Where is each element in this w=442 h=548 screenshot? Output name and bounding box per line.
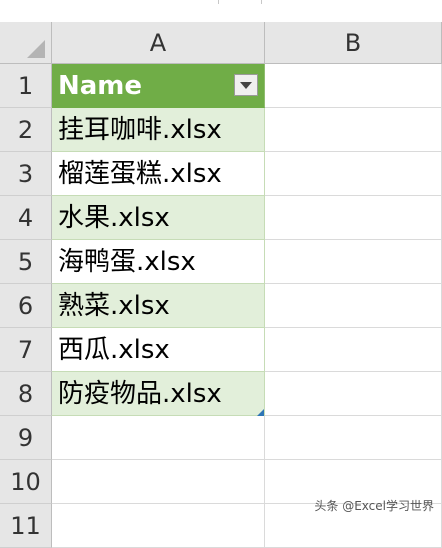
row-header-5[interactable]: 5 <box>0 240 52 284</box>
cell-a7[interactable]: 西瓜.xlsx <box>52 328 265 372</box>
cell-a8[interactable]: 防疫物品.xlsx <box>52 372 265 416</box>
row-header-10[interactable]: 10 <box>0 460 52 504</box>
row-header-1[interactable]: 1 <box>0 64 52 108</box>
column-header-b[interactable]: B <box>265 22 442 64</box>
cell-b7[interactable] <box>265 328 442 372</box>
table-header-label: Name <box>58 71 143 101</box>
cell-b8[interactable] <box>265 372 442 416</box>
row-header-3[interactable]: 3 <box>0 152 52 196</box>
table-resize-handle-icon[interactable] <box>257 409 264 416</box>
cell-a5[interactable]: 海鸭蛋.xlsx <box>52 240 265 284</box>
cell-a6[interactable]: 熟菜.xlsx <box>52 284 265 328</box>
cell-b4[interactable] <box>265 196 442 240</box>
select-all-triangle-icon <box>27 40 45 58</box>
cell-b5[interactable] <box>265 240 442 284</box>
cell-a2[interactable]: 挂耳咖啡.xlsx <box>52 108 265 152</box>
cell-a9[interactable] <box>52 416 265 460</box>
toolbar-edge <box>0 0 442 23</box>
filter-dropdown-button[interactable] <box>234 74 258 96</box>
row-header-4[interactable]: 4 <box>0 196 52 240</box>
cell-b9[interactable] <box>265 416 442 460</box>
cell-a3[interactable]: 榴莲蛋糕.xlsx <box>52 152 265 196</box>
cell-b3[interactable] <box>265 152 442 196</box>
watermark-text: 头条 @Excel学习世界 <box>314 499 434 513</box>
select-all-button[interactable] <box>0 22 52 64</box>
row-header-6[interactable]: 6 <box>0 284 52 328</box>
row-header-11[interactable]: 11 <box>0 504 52 548</box>
row-header-9[interactable]: 9 <box>0 416 52 460</box>
cell-b1[interactable] <box>265 64 442 108</box>
row-header-7[interactable]: 7 <box>0 328 52 372</box>
column-header-a[interactable]: A <box>52 22 265 64</box>
cell-a4[interactable]: 水果.xlsx <box>52 196 265 240</box>
cell-a1-table-header[interactable]: Name <box>52 64 265 108</box>
row-header-2[interactable]: 2 <box>0 108 52 152</box>
cell-a11[interactable] <box>52 504 265 548</box>
dropdown-arrow-icon <box>240 81 252 89</box>
cell-b6[interactable] <box>265 284 442 328</box>
cell-b2[interactable] <box>265 108 442 152</box>
cell-a10[interactable] <box>52 460 265 504</box>
row-header-8[interactable]: 8 <box>0 372 52 416</box>
